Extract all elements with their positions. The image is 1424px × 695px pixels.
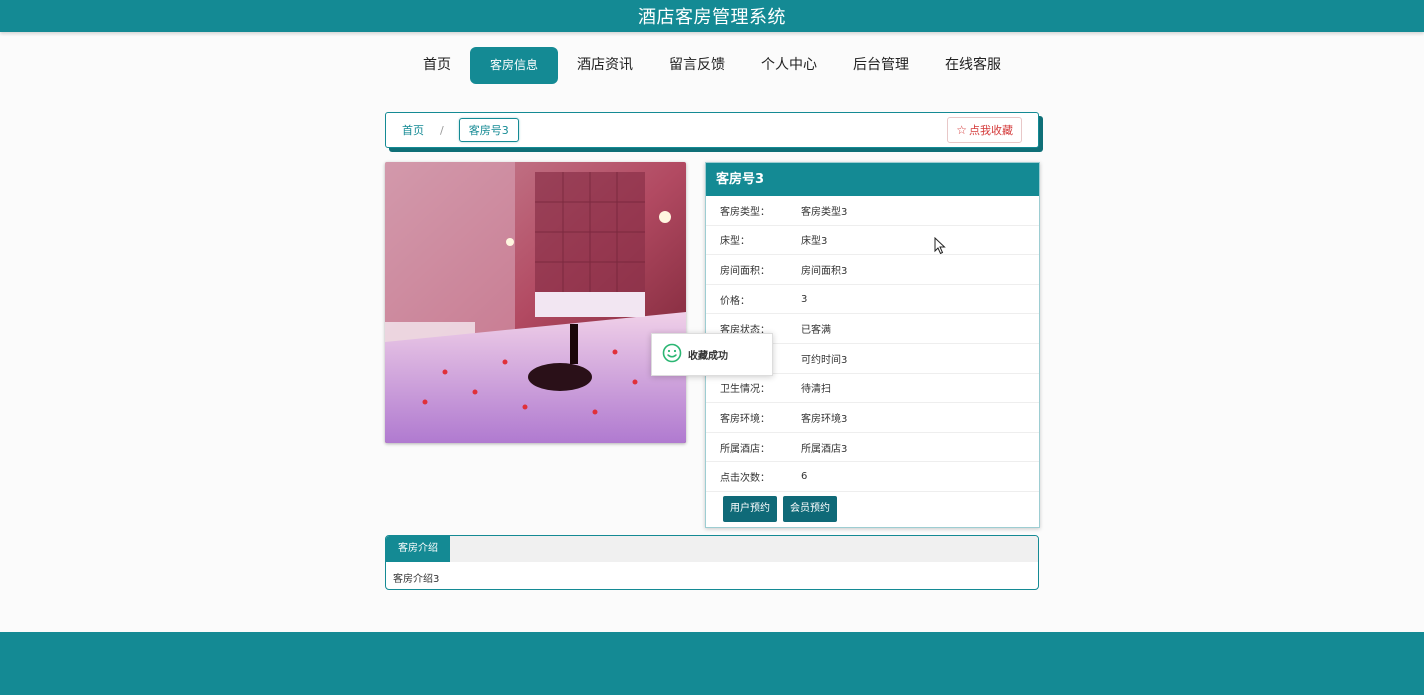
- info-label: 所属酒店：: [720, 443, 770, 455]
- info-label: 卫生情况：: [720, 384, 770, 396]
- info-value: 3: [801, 293, 808, 305]
- mouse-cursor-icon: [934, 236, 946, 259]
- breadcrumb-current[interactable]: 客房号3: [458, 118, 519, 142]
- footer-bar: [0, 632, 1424, 695]
- star-outline-icon: ☆: [956, 123, 967, 137]
- info-value: 房间面积3: [801, 265, 848, 277]
- top-header-bar: 酒店客房管理系统: [0, 0, 1424, 32]
- room-info-title: 客房号3: [706, 163, 1039, 196]
- intro-tab-bar: 客房介绍: [386, 536, 1038, 562]
- nav-item-profile[interactable]: 个人中心: [744, 47, 834, 84]
- info-row-clicks: 点击次数： 6: [706, 462, 1039, 492]
- nav-item-rooms[interactable]: 客房信息: [469, 47, 558, 84]
- info-value: 所属酒店3: [801, 443, 848, 455]
- info-row-price: 价格： 3: [706, 285, 1039, 315]
- booking-actions: 用户预约 会员预约: [706, 492, 1039, 522]
- toast-text: 收藏成功: [688, 351, 728, 362]
- info-label: 客房类型：: [720, 206, 770, 218]
- info-value: 可约时间3: [801, 354, 848, 366]
- nav-item-news[interactable]: 酒店资讯: [560, 47, 650, 84]
- room-intro-panel: 客房介绍 客房介绍3: [385, 535, 1039, 590]
- user-booking-button[interactable]: 用户预约: [723, 495, 777, 522]
- info-row-environment: 客房环境： 客房环境3: [706, 403, 1039, 433]
- info-value: 6: [801, 471, 808, 483]
- smile-icon: [662, 343, 682, 366]
- breadcrumb-separator: /: [440, 123, 444, 137]
- info-label: 价格：: [720, 295, 750, 307]
- info-row-area: 房间面积： 房间面积3: [706, 255, 1039, 285]
- nav-item-admin[interactable]: 后台管理: [836, 47, 926, 84]
- nav-item-home[interactable]: 首页: [406, 47, 468, 84]
- site-title: 酒店客房管理系统: [638, 7, 786, 28]
- nav-item-support[interactable]: 在线客服: [928, 47, 1018, 84]
- info-row-type: 客房类型： 客房类型3: [706, 196, 1039, 226]
- info-value: 客房环境3: [801, 413, 848, 425]
- info-value: 床型3: [801, 236, 828, 248]
- favorite-button[interactable]: ☆ 点我收藏: [947, 117, 1022, 143]
- breadcrumb: 首页 / 客房号3 ☆ 点我收藏: [385, 112, 1039, 148]
- favorite-button-label: 点我收藏: [969, 125, 1013, 137]
- info-label: 房间面积：: [720, 265, 770, 277]
- member-booking-button[interactable]: 会员预约: [783, 495, 837, 522]
- info-row-bed: 床型： 床型3: [706, 226, 1039, 256]
- info-label: 客房环境：: [720, 413, 770, 425]
- info-row-hotel: 所属酒店： 所属酒店3: [706, 433, 1039, 463]
- info-label: 点击次数：: [720, 473, 770, 485]
- info-row-hygiene: 卫生情况： 待清扫: [706, 374, 1039, 404]
- toast-message: 收藏成功: [651, 333, 773, 376]
- room-intro-content: 客房介绍3: [393, 574, 440, 585]
- room-photo: [385, 162, 686, 443]
- tab-room-intro[interactable]: 客房介绍: [386, 536, 450, 562]
- info-label: 床型：: [720, 236, 750, 248]
- info-value: 客房类型3: [801, 206, 848, 218]
- info-value: 待清扫: [801, 384, 831, 396]
- info-value: 已客满: [801, 325, 831, 337]
- nav-item-feedback[interactable]: 留言反馈: [652, 47, 742, 84]
- breadcrumb-home-link[interactable]: 首页: [402, 122, 424, 138]
- main-nav: 首页 客房信息 酒店资讯 留言反馈 个人中心 后台管理 在线客服: [0, 47, 1424, 84]
